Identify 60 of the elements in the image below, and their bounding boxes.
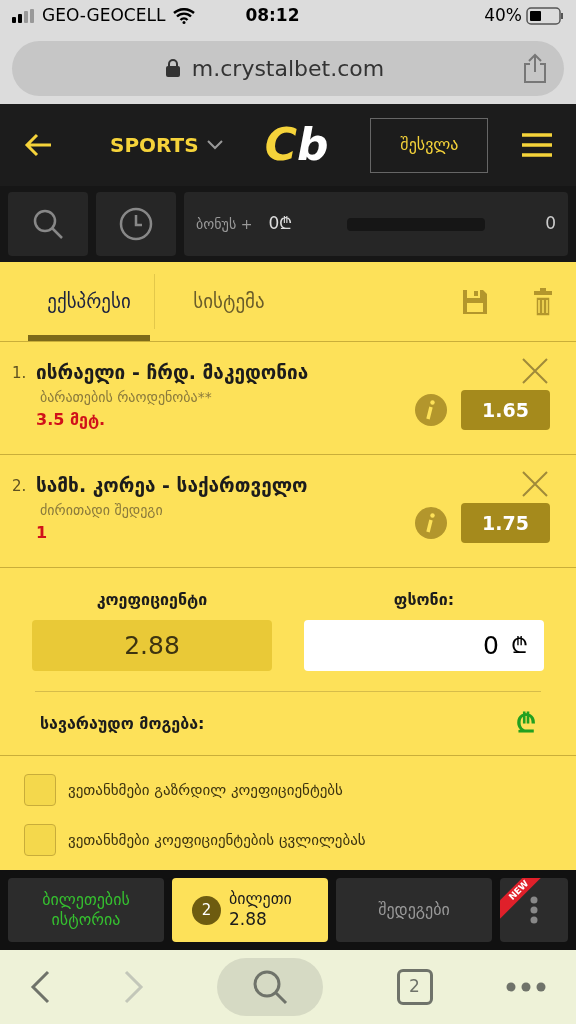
- bonus-count: 0: [545, 212, 556, 236]
- coefficient-label: კოეფიციენტი: [96, 589, 208, 611]
- url-text: m.crystalbet.com: [191, 54, 385, 83]
- ticket-odds: 2.88: [229, 909, 267, 931]
- back-icon[interactable]: [30, 970, 50, 1004]
- stake-field[interactable]: 0 ₾: [304, 620, 544, 671]
- coefficient-value: 2.88: [32, 620, 272, 671]
- save-icon[interactable]: [462, 288, 488, 315]
- option-label: ვეთანხმები გაზრდილ კოეფიციენტებს: [68, 779, 343, 801]
- currency-sign: ₾: [516, 707, 536, 740]
- nav-tab[interactable]: ბილეთების ისტორია: [8, 878, 164, 942]
- battery-icon: [526, 7, 564, 25]
- selection: 3.5 მეტ.: [36, 408, 107, 431]
- ticket-label: ბილეთი: [229, 889, 292, 910]
- search-icon: [252, 969, 288, 1005]
- more-icon[interactable]: [506, 982, 546, 992]
- chevron-down-icon: [206, 140, 223, 150]
- bonus-label: ბონუს +: [196, 214, 253, 234]
- checkbox[interactable]: [24, 774, 56, 806]
- tab[interactable]: სისტემა: [159, 262, 299, 341]
- search-button[interactable]: [8, 192, 88, 256]
- info-icon[interactable]: [415, 394, 447, 426]
- stake-label: ფსონი:: [393, 589, 455, 611]
- history-button[interactable]: [96, 192, 176, 256]
- clock-time: 08:12: [245, 4, 300, 28]
- info-icon[interactable]: [415, 507, 447, 539]
- back-arrow-icon[interactable]: [24, 133, 52, 157]
- count-badge: 2: [192, 895, 221, 925]
- trash-icon[interactable]: [534, 287, 552, 316]
- bonus-value: 0₾: [268, 212, 293, 236]
- selection: 1: [36, 521, 49, 544]
- nav-tab[interactable]: 2 ბილეთი 2.88: [172, 878, 328, 942]
- bet-number: 1.: [12, 363, 28, 384]
- market-name: ძირითადი შედეგი: [39, 500, 164, 520]
- tab[interactable]: ექსპრესი: [28, 262, 150, 341]
- bet-number: 2.: [12, 476, 28, 497]
- address-bar[interactable]: m.crystalbet.com: [12, 40, 564, 96]
- checkbox[interactable]: [24, 824, 56, 856]
- login-button[interactable]: შესვლა: [370, 117, 489, 173]
- menu-icon[interactable]: [522, 133, 552, 157]
- logo[interactable]: Cb: [264, 123, 329, 167]
- market-name: ბარათების რაოდენობა**: [39, 387, 213, 407]
- battery-percent: 40%: [484, 4, 522, 28]
- lock-icon: [165, 59, 180, 77]
- option-label: ვეთანხმები კოეფიციენტების ცვლილებას: [68, 829, 366, 851]
- search-icon: [32, 208, 64, 240]
- share-icon[interactable]: [522, 53, 548, 83]
- close-icon[interactable]: [522, 471, 548, 497]
- forward-icon[interactable]: [123, 970, 144, 1004]
- sports-dropdown[interactable]: SPORTS: [110, 130, 223, 160]
- tabs-button[interactable]: 2: [396, 969, 433, 1005]
- match-title: სამხ. კორეა - საქართველო: [36, 473, 309, 499]
- clock-icon: [119, 207, 153, 241]
- more-vertical-icon: [530, 896, 538, 924]
- nav-tab[interactable]: შედეგები: [336, 878, 492, 942]
- potential-win-label: სავარაუდო მოგება:: [40, 712, 205, 735]
- carrier-name: GEO-GEOCELL: [42, 4, 166, 28]
- match-title: ისრაელი - ჩრდ. მაკედონია: [36, 360, 310, 386]
- close-icon[interactable]: [522, 358, 548, 384]
- wifi-icon: [173, 8, 196, 24]
